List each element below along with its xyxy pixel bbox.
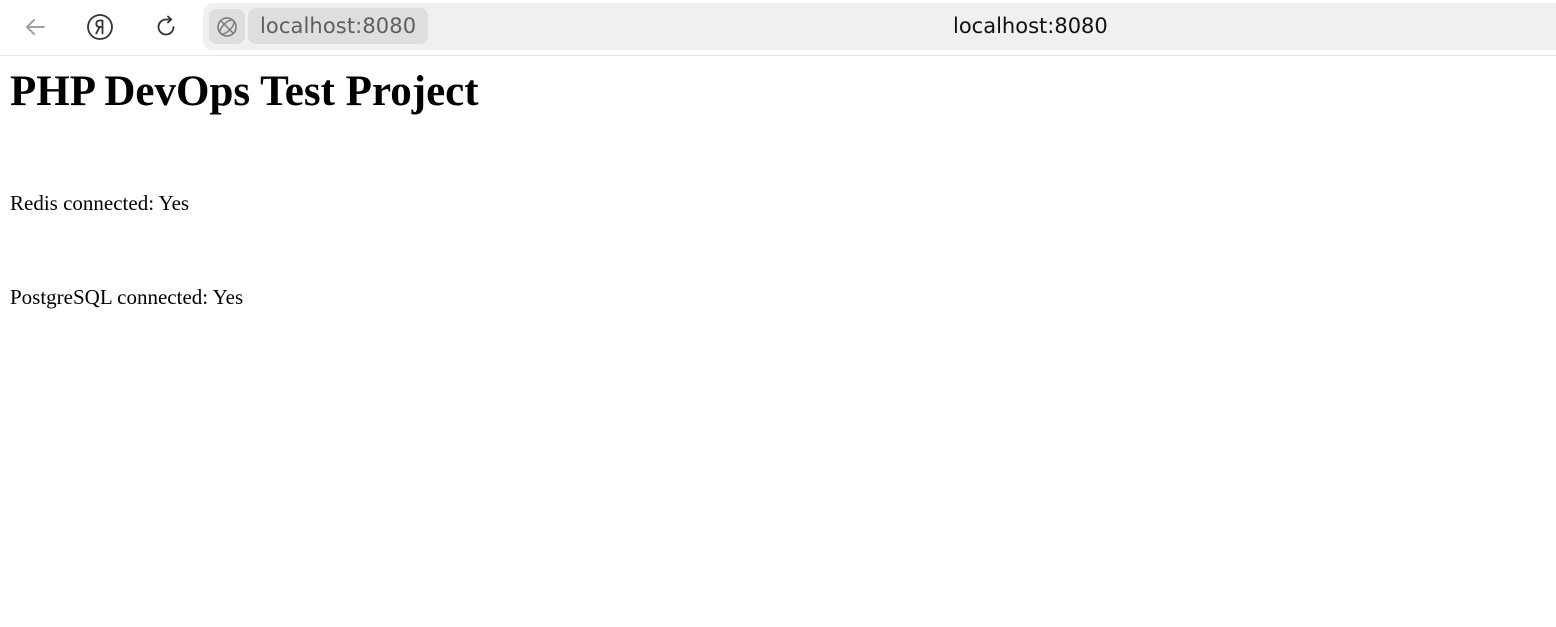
yandex-icon: [87, 14, 113, 40]
reload-icon: [157, 15, 175, 36]
site-info-button[interactable]: [209, 9, 245, 44]
back-arrow-icon: [26, 19, 45, 35]
page-title: PHP DevOps Test Project: [10, 68, 479, 115]
address-bar[interactable]: localhost:8080 localhost:8080: [203, 3, 1556, 50]
page-content: PHP DevOps Test Project Redis connected:…: [0, 57, 1556, 627]
address-text[interactable]: localhost:8080: [953, 14, 1108, 38]
redis-status: Redis connected: Yes: [10, 191, 190, 215]
address-host-chip[interactable]: localhost:8080: [248, 8, 429, 44]
browser-toolbar: localhost:8080 localhost:8080: [0, 0, 1556, 56]
globe-icon: [217, 16, 237, 37]
home-button[interactable]: [80, 8, 120, 46]
back-button[interactable]: [15, 8, 55, 46]
postgres-status: PostgreSQL connected: Yes: [10, 285, 244, 309]
reload-button[interactable]: [146, 8, 186, 46]
